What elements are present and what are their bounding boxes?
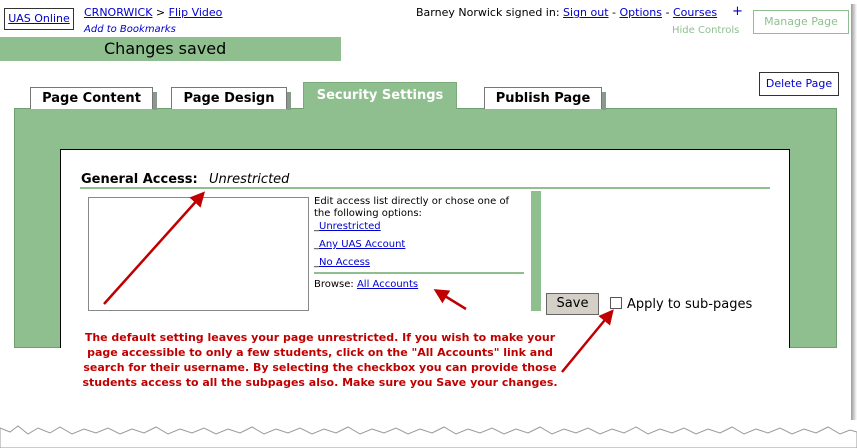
annotation-arrows (0, 191, 857, 448)
arrow-to-all-accounts (433, 289, 467, 311)
arrow-to-apply-checkbox (561, 309, 614, 373)
arrow-to-general-access (103, 191, 206, 305)
torn-edge (0, 425, 857, 448)
